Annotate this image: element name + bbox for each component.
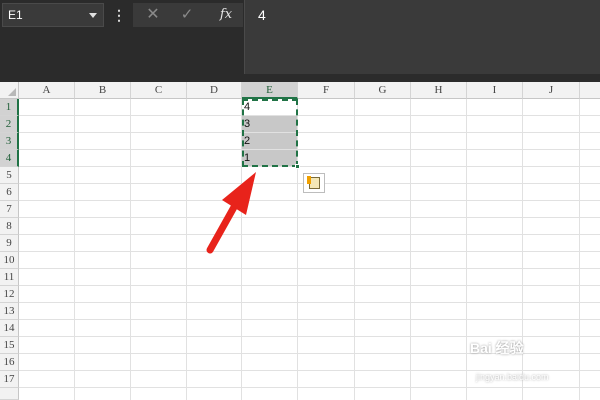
column-header-c[interactable]: C [131, 82, 187, 99]
watermark-url: jingyan.baidu.com [476, 372, 549, 382]
name-box-value: E1 [8, 8, 23, 22]
row-header-11[interactable]: 11 [0, 269, 19, 286]
row-header-13[interactable]: 13 [0, 303, 19, 320]
row-header-15[interactable]: 15 [0, 337, 19, 354]
column-header-a[interactable]: A [19, 82, 75, 99]
grid-line [19, 132, 600, 133]
grid-line [74, 99, 75, 400]
grid-line [466, 99, 467, 400]
row-header-5[interactable]: 5 [0, 167, 19, 184]
row-header-8[interactable]: 8 [0, 218, 19, 235]
row-header-6[interactable]: 6 [0, 184, 19, 201]
cancel-icon[interactable]: ✕ [145, 6, 161, 24]
formula-input[interactable]: 4 [244, 0, 600, 74]
row-header-4[interactable]: 4 [0, 150, 19, 167]
grid-line [354, 99, 355, 400]
row-header-3[interactable]: 3 [0, 133, 19, 150]
grid-line [19, 268, 600, 269]
grid-line [19, 149, 600, 150]
grid-line [130, 99, 131, 400]
column-header-f[interactable]: F [298, 82, 355, 99]
grid-line [19, 200, 600, 201]
select-all-corner[interactable] [0, 82, 19, 99]
row-header-17[interactable]: 17 [0, 371, 19, 388]
formula-value: 4 [258, 7, 266, 23]
grid-line [19, 285, 600, 286]
grid-line [19, 336, 600, 337]
column-header-g[interactable]: G [355, 82, 411, 99]
row-header-12[interactable]: 12 [0, 286, 19, 303]
grid-line [410, 99, 411, 400]
grid-line [19, 217, 600, 218]
column-header-h[interactable]: H [411, 82, 467, 99]
column-header-d[interactable]: D [187, 82, 242, 99]
column-header-b[interactable]: B [75, 82, 131, 99]
column-header-j[interactable]: J [523, 82, 580, 99]
column-header-i[interactable]: I [467, 82, 523, 99]
grid-line [19, 319, 600, 320]
row-header-1[interactable]: 1 [0, 99, 19, 116]
fill-handle[interactable] [295, 164, 300, 169]
formula-bar: E1 ⋮ ✕ ✓ fx 4 [0, 0, 600, 82]
name-box[interactable]: E1 [2, 3, 104, 27]
grid-line [19, 302, 600, 303]
row-header-16[interactable]: 16 [0, 354, 19, 371]
row-header-9[interactable]: 9 [0, 235, 19, 252]
row-header-18-partial[interactable] [0, 388, 19, 400]
select-all-triangle-icon [8, 88, 16, 96]
chevron-down-icon[interactable] [89, 13, 97, 18]
row-header-2[interactable]: 2 [0, 116, 19, 133]
grid-line [19, 166, 600, 167]
grid-line [19, 234, 600, 235]
grid-line [19, 251, 600, 252]
grid-line [186, 99, 187, 400]
formula-buttons: ✕ ✓ fx [133, 3, 243, 27]
paste-options-icon[interactable] [303, 173, 325, 193]
grid-line [19, 115, 600, 116]
more-options-icon[interactable]: ⋮ [112, 7, 126, 23]
copy-selection-marquee [242, 99, 298, 167]
row-header-10[interactable]: 10 [0, 252, 19, 269]
row-header-14[interactable]: 14 [0, 320, 19, 337]
column-header-e[interactable]: E [242, 82, 298, 99]
grid-line [19, 387, 600, 388]
insert-function-icon[interactable]: fx [215, 6, 237, 24]
row-header-7[interactable]: 7 [0, 201, 19, 218]
column-header-k-partial[interactable] [580, 82, 600, 99]
enter-icon[interactable]: ✓ [179, 6, 195, 24]
paste-spark-shape [307, 176, 311, 184]
